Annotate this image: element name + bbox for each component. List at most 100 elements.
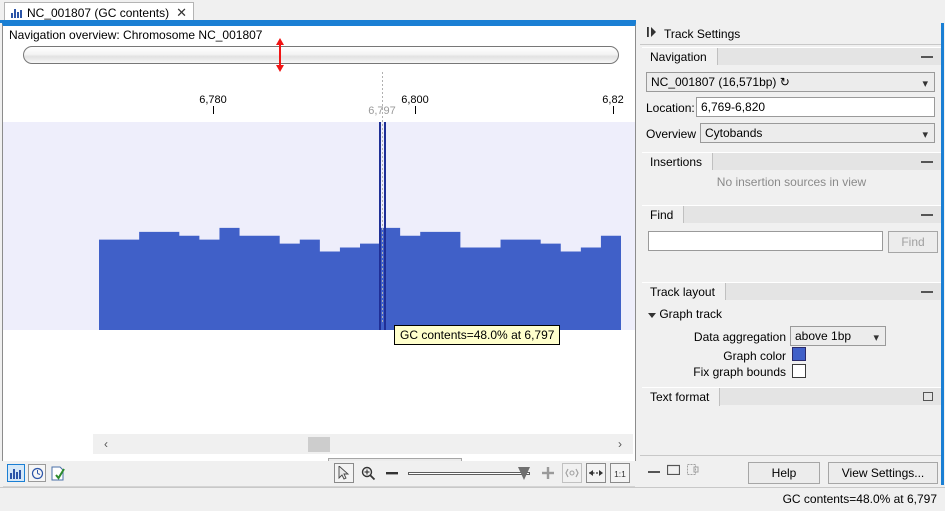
- overview-select[interactable]: Cytobands ▾: [700, 123, 935, 143]
- location-input[interactable]: 6,769-6,820: [696, 97, 935, 117]
- section-insertions: Insertions No insertion sources in view: [642, 152, 941, 194]
- minimize-icon[interactable]: [921, 291, 933, 293]
- section-insertions-title: Insertions: [642, 153, 713, 171]
- close-icon[interactable]: ✕: [174, 6, 187, 19]
- overview-select-value: Cytobands: [705, 126, 762, 140]
- graph-tooltip: GC contents=48.0% at 6,797: [394, 325, 560, 345]
- ruler-tick-mark: [213, 106, 214, 114]
- horizontal-scrollbar[interactable]: ‹ ›: [93, 434, 633, 454]
- overview-label: Overview: [646, 127, 696, 141]
- gc-contents-area-chart: [3, 122, 635, 330]
- track-view-panel: Navigation overview: Chromosome NC_00180…: [2, 23, 636, 485]
- chromosome-select-value: NC_001807 (16,571bp) ↻: [651, 75, 790, 89]
- tab-label: NC_001807 (GC contents): [27, 6, 169, 20]
- minimize-icon[interactable]: [921, 56, 933, 58]
- section-find-header[interactable]: Find: [642, 205, 941, 223]
- zoom-in-plus-icon[interactable]: [538, 463, 558, 483]
- fit-width-icon[interactable]: [586, 463, 606, 483]
- scroll-left-icon[interactable]: ‹: [99, 437, 113, 451]
- data-aggregation-label: Data aggregation: [686, 330, 786, 344]
- section-track-layout: Track layout Graph track Data aggregatio…: [642, 282, 941, 376]
- minimize-icon[interactable]: [921, 161, 933, 163]
- view-settings-button[interactable]: View Settings...: [828, 462, 938, 484]
- section-text-format: Text format: [642, 387, 941, 405]
- collapse-all-icon[interactable]: [648, 464, 660, 478]
- graph-color-label: Graph color: [686, 349, 786, 363]
- side-panel-title: Track Settings: [664, 27, 740, 41]
- location-label: Location:: [646, 101, 695, 115]
- tab-bar: NC_001807 (GC contents) ✕: [0, 0, 945, 22]
- section-navigation-title: Navigation: [642, 48, 718, 66]
- find-button[interactable]: Find: [888, 231, 938, 253]
- selection-arrow-icon[interactable]: [334, 463, 354, 483]
- application-window: NC_001807 (GC contents) ✕ Navigation ove…: [0, 0, 945, 511]
- section-text-format-title: Text format: [642, 388, 720, 406]
- section-navigation-header[interactable]: Navigation: [642, 47, 941, 65]
- fix-graph-bounds-label: Fix graph bounds: [676, 365, 786, 379]
- section-track-layout-title: Track layout: [642, 283, 726, 301]
- side-footer-icons: [648, 464, 699, 478]
- graph-view-icon[interactable]: [7, 464, 25, 482]
- collapse-panel-icon[interactable]: [646, 26, 658, 41]
- zoom-out-minus-icon[interactable]: [382, 463, 402, 483]
- minimize-icon[interactable]: [921, 214, 933, 216]
- scroll-right-icon[interactable]: ›: [613, 437, 627, 451]
- graph-track-group-label: Graph track: [659, 307, 722, 321]
- panel-accent-edge: [941, 23, 944, 485]
- insertions-empty-text: No insertion sources in view: [642, 175, 941, 189]
- chevron-down-icon: ▾: [922, 77, 928, 90]
- section-insertions-header[interactable]: Insertions: [642, 152, 941, 170]
- section-insertions-body: No insertion sources in view: [642, 170, 941, 194]
- view-bottom-toolbar: 1:1: [2, 461, 636, 485]
- side-panel-footer: Help View Settings...: [640, 455, 943, 485]
- ruler-tick-mark: [613, 106, 614, 114]
- status-bar: GC contents=48.0% at 6,797: [0, 487, 945, 511]
- section-navigation-body: NC_001807 (16,571bp) ↻ ▾ Location: 6,769…: [642, 65, 941, 137]
- dock-panel-icon[interactable]: [687, 464, 699, 478]
- find-input[interactable]: [648, 231, 883, 251]
- cursor-guide-line: [382, 72, 383, 324]
- tab-nc001807-gc-contents[interactable]: NC_001807 (GC contents) ✕: [4, 2, 194, 22]
- section-find-body: Find: [642, 223, 941, 271]
- navigation-overview-label: Navigation overview: Chromosome NC_00180…: [9, 28, 262, 42]
- data-aggregation-value: above 1bp: [795, 329, 851, 343]
- bar-chart-icon: [11, 8, 22, 18]
- restore-icon[interactable]: [923, 392, 933, 401]
- folder-icon[interactable]: [667, 464, 680, 478]
- graph-track-group[interactable]: Graph track: [648, 307, 722, 321]
- track-settings-panel: Track Settings Navigation NC_001807 (16,…: [640, 23, 943, 485]
- report-view-icon[interactable]: [49, 464, 67, 482]
- section-find-title: Find: [642, 206, 684, 224]
- graph-track[interactable]: [3, 122, 635, 330]
- chromosome-select[interactable]: NC_001807 (16,571bp) ↻ ▾: [646, 72, 935, 92]
- chevron-down-icon: ▾: [922, 128, 928, 141]
- graph-color-swatch[interactable]: [792, 347, 806, 361]
- ruler-tick-label: 6,82: [602, 94, 623, 106]
- chevron-down-icon: [648, 313, 656, 318]
- section-text-format-header[interactable]: Text format: [642, 387, 941, 405]
- zoom-slider[interactable]: [406, 463, 534, 483]
- ruler-tick-label: 6,800: [401, 94, 429, 106]
- section-navigation: Navigation NC_001807 (16,571bp) ↻ ▾ Loca…: [642, 47, 941, 137]
- zoom-one-to-one-icon[interactable]: 1:1: [610, 463, 630, 483]
- zoom-tools: 1:1: [334, 462, 630, 484]
- data-aggregation-select[interactable]: above 1bp ▾: [790, 326, 886, 346]
- coordinate-ruler: 6,780 6,797 6,800 6,82: [3, 72, 635, 122]
- chromosome-overview-bar[interactable]: [23, 46, 619, 64]
- chevron-down-icon: ▾: [873, 331, 879, 344]
- section-find: Find Find: [642, 205, 941, 271]
- side-panel-header: Track Settings: [640, 23, 943, 45]
- status-bar-text: GC contents=48.0% at 6,797: [783, 492, 937, 506]
- fix-graph-bounds-checkbox[interactable]: [792, 364, 806, 378]
- fit-selection-icon[interactable]: [562, 463, 582, 483]
- section-track-layout-header[interactable]: Track layout: [642, 282, 941, 300]
- ruler-tick-mark: [415, 106, 416, 114]
- chromosome-position-marker-icon[interactable]: [275, 38, 284, 72]
- help-button[interactable]: Help: [748, 462, 820, 484]
- zoom-in-tool-icon[interactable]: [358, 463, 378, 483]
- ruler-tick-label: 6,780: [199, 94, 227, 106]
- circular-view-icon[interactable]: [28, 464, 46, 482]
- zoom-slider-thumb[interactable]: [518, 467, 530, 480]
- section-track-layout-body: Graph track Data aggregation above 1bp ▾…: [642, 300, 941, 376]
- scrollbar-thumb[interactable]: [308, 437, 330, 452]
